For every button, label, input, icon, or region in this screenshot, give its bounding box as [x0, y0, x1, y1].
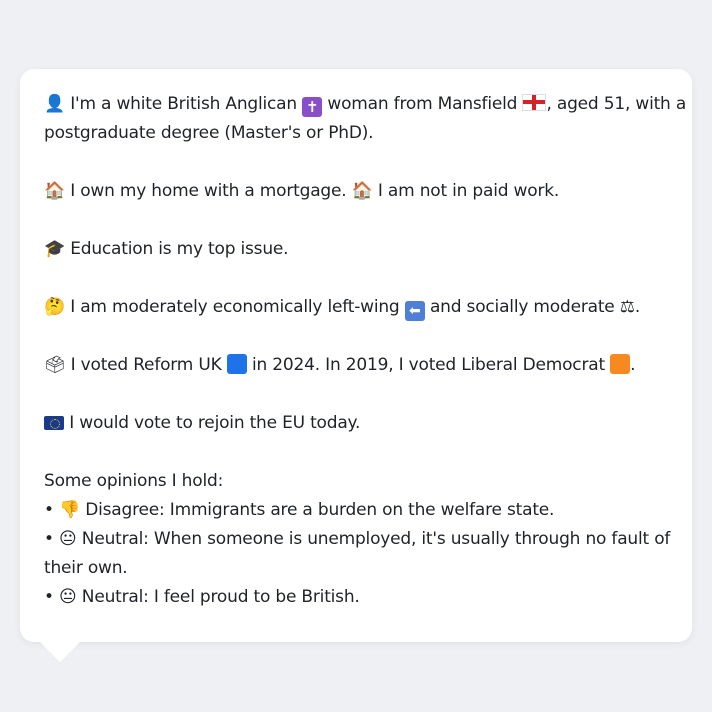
housing-paragraph: 🏠 I own my home with a mortgage. 🏠 I am …	[44, 177, 674, 206]
opinions-title: Some opinions I hold:	[44, 471, 224, 491]
ballot-box-icon: 🗳	[44, 355, 66, 375]
message-bubble-tail	[40, 642, 80, 662]
graduation-cap-icon: 🎓	[44, 239, 65, 259]
england-flag-icon	[522, 94, 547, 111]
latin-cross-icon: ✝	[302, 97, 323, 117]
neutral-face-icon: 😐	[59, 529, 77, 549]
libdem-color-swatch	[610, 354, 631, 374]
eu-flag-icon	[44, 416, 64, 430]
neutral-face-icon: 😐	[59, 587, 77, 607]
list-item: • 👎 Disagree: Immigrants are a burden on…	[44, 496, 674, 525]
thinking-face-icon: 🤔	[44, 297, 65, 317]
persona-message-bubble: 👤 I'm a white British Anglican ✝ woman f…	[20, 69, 692, 642]
list-item: • 😐 Neutral: I feel proud to be British.	[44, 583, 674, 612]
persona-description: 👤 I'm a white British Anglican ✝ woman f…	[44, 90, 686, 612]
list-item: • 😐 Neutral: When someone is unemployed,…	[44, 525, 674, 554]
issue-paragraph: 🎓 Education is my top issue.	[44, 235, 674, 264]
bust-in-silhouette-icon: 👤	[44, 94, 65, 114]
identity-paragraph: 👤 I'm a white British Anglican ✝ woman f…	[44, 90, 686, 148]
thumbs-down-icon: 👎	[59, 500, 81, 520]
house-icon: 🏠	[44, 181, 65, 201]
left-arrow-icon: ⬅	[404, 301, 425, 321]
reform-color-swatch	[226, 354, 247, 374]
house-icon: 🏠	[351, 181, 373, 201]
eu-paragraph: I would vote to rejoin the EU today.	[44, 409, 674, 438]
voting-paragraph: 🗳 I voted Reform UK in 2024. In 2019, I …	[44, 351, 674, 380]
balance-scale-icon: ⚖	[619, 297, 635, 317]
ideology-paragraph: 🤔 I am moderately economically left-wing…	[44, 293, 674, 322]
opinions-section: Some opinions I hold: • 👎 Disagree: Immi…	[44, 467, 674, 612]
